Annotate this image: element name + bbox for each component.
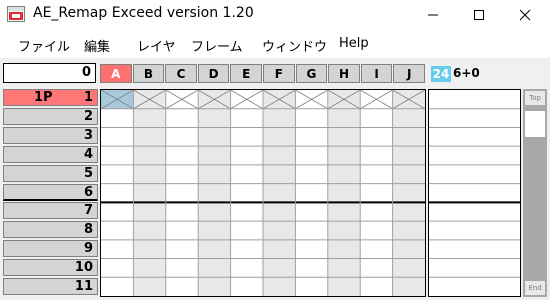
row-header-11[interactable]: 11: [3, 278, 98, 295]
scroll-top-button[interactable]: Top: [525, 91, 545, 105]
row-number: 9: [83, 241, 93, 257]
menu-edit[interactable]: 編集: [84, 36, 110, 55]
row-number: 5: [83, 165, 93, 181]
column-header-g[interactable]: G: [295, 64, 328, 83]
row-header-9[interactable]: 9: [3, 240, 98, 258]
row-number: 2: [83, 108, 93, 124]
menu-file[interactable]: ファイル: [18, 36, 70, 55]
column-header-b[interactable]: B: [132, 64, 165, 83]
koma-setting: 6+0: [453, 66, 480, 80]
row-number: 3: [83, 127, 93, 143]
menu-window[interactable]: ウィンドウ: [262, 36, 327, 55]
cell-grid-lines: [100, 89, 426, 296]
close-button[interactable]: [502, 0, 548, 30]
row-header-3[interactable]: 3: [3, 126, 98, 144]
column-header-a[interactable]: A: [100, 64, 132, 83]
row-page-label: 1P: [34, 90, 53, 105]
vertical-scrollbar[interactable]: Top End: [523, 89, 547, 297]
shaded-column: [327, 90, 361, 296]
row-number: 4: [83, 146, 93, 162]
maximize-icon: [474, 10, 484, 20]
row-header-2[interactable]: 2: [3, 107, 98, 125]
minimize-icon: [428, 14, 438, 16]
row-header-6[interactable]: 6: [3, 183, 98, 201]
row-number: 8: [83, 222, 93, 238]
row-header-5[interactable]: 5: [3, 164, 98, 182]
shaded-column: [392, 90, 425, 296]
minimize-button[interactable]: [410, 0, 456, 30]
row-number: 11: [74, 279, 93, 294]
column-header-c[interactable]: C: [165, 64, 197, 83]
row-number: 6: [83, 184, 93, 200]
shaded-column: [198, 90, 231, 296]
column-header-h[interactable]: H: [328, 64, 360, 83]
shaded-column: [263, 90, 296, 296]
layer-info-panel[interactable]: [428, 89, 521, 297]
menu-layer[interactable]: レイヤ: [137, 36, 176, 55]
row-header-4[interactable]: 4: [3, 145, 98, 163]
fps-badge[interactable]: 24: [431, 66, 451, 82]
cell-grid[interactable]: [100, 89, 426, 297]
layer-info-lines: [429, 108, 520, 278]
row-header-7[interactable]: 7: [3, 202, 98, 220]
column-header-e[interactable]: E: [230, 64, 262, 83]
row-header-8[interactable]: 8: [3, 221, 98, 239]
row-number: 7: [83, 203, 93, 219]
timesheet-panel: 0 ABCDEFGHIJ 24 6+0 1P 1 2 3 4 5 6 7 8 9 10 11 Top …: [0, 58, 550, 300]
frame-number-field[interactable]: 0: [3, 63, 96, 83]
column-header-j[interactable]: J: [393, 64, 425, 83]
scroll-end-button[interactable]: End: [525, 281, 545, 295]
maximize-button[interactable]: [456, 0, 502, 30]
row-header-10[interactable]: 10: [3, 259, 98, 277]
close-icon: [519, 9, 531, 21]
row-number: 1: [83, 90, 93, 105]
menu-help[interactable]: Help: [339, 36, 369, 51]
app-icon: [7, 6, 25, 22]
column-header-d[interactable]: D: [197, 64, 230, 83]
menu-frame[interactable]: フレーム: [191, 36, 243, 55]
title-bar: AE_Remap Exceed version 1.20: [0, 0, 550, 30]
scroll-thumb[interactable]: [525, 111, 545, 137]
menu-bar: ファイル 編集 レイヤ フレーム ウィンドウ Help: [0, 32, 550, 56]
shaded-column: [133, 90, 166, 296]
row-header-1[interactable]: 1P 1: [3, 89, 98, 106]
row-number: 10: [74, 260, 93, 276]
column-header-f[interactable]: F: [263, 64, 295, 83]
column-header-i[interactable]: I: [360, 64, 393, 83]
window-title: AE_Remap Exceed version 1.20: [33, 5, 254, 21]
